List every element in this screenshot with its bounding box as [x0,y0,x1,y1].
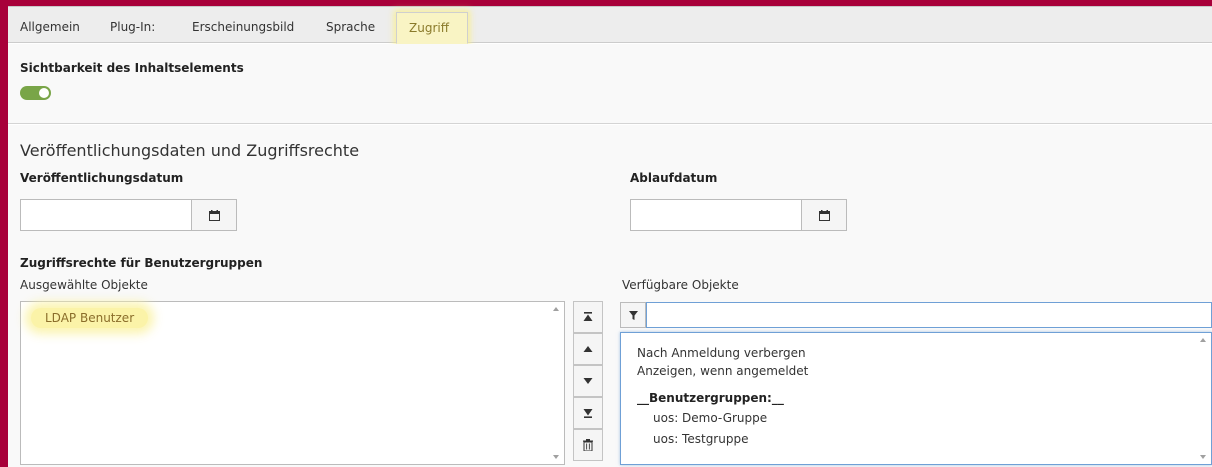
tab-plugin[interactable]: Plug-In: [98,12,167,43]
move-up-button[interactable] [573,333,603,365]
section-title: Veröffentlichungsdaten und Zugriffsrecht… [20,141,360,160]
move-to-top-button[interactable] [573,301,603,333]
visibility-section: Sichtbarkeit des Inhaltselements [8,44,1212,124]
selected-item-ldap-benutzer[interactable]: LDAP Benutzer [31,308,149,328]
delete-icon [583,439,593,451]
move-to-bottom-button[interactable] [573,397,603,429]
start-date-label: Veröffentlichungsdatum [20,171,184,185]
toggle-knob [39,88,49,98]
calendar-icon [818,209,830,221]
publishing-section: Veröffentlichungsdaten und Zugriffsrecht… [8,125,1212,467]
selected-objects-label: Ausgewählte Objekte [20,278,148,292]
tab-bar: Allgemein Plug-In: Erscheinungsbild Spra… [8,7,1212,44]
available-objects-list[interactable]: Nach Anmeldung verbergen Anzeigen, wenn … [620,332,1212,465]
scroll-down-icon[interactable] [553,455,559,459]
calendar-icon [208,209,220,221]
start-date-calendar-button[interactable] [191,199,237,231]
available-objects-label: Verfügbare Objekte [622,278,739,292]
start-date-input[interactable] [20,199,192,231]
filter-row [620,302,1212,328]
selected-list-scrollbar[interactable] [548,302,564,464]
list-item[interactable]: Nach Anmeldung verbergen [637,346,806,360]
selected-objects-list[interactable]: LDAP Benutzer [20,301,565,465]
move-down-button[interactable] [573,365,603,397]
scroll-down-icon[interactable] [1200,455,1206,459]
visibility-toggle[interactable] [20,86,51,100]
filter-input[interactable] [646,302,1212,328]
scroll-up-icon[interactable] [1200,338,1206,342]
access-heading: Zugriffsrechte für Benutzergruppen [20,256,263,270]
list-item[interactable]: Anzeigen, wenn angemeldet [637,364,808,378]
visibility-label: Sichtbarkeit des Inhaltselements [20,61,244,75]
filter-button[interactable] [620,302,646,328]
move-to-bottom-icon [583,409,593,418]
move-to-top-icon [583,312,593,321]
group-header: __Benutzergruppen:__ [637,391,784,405]
list-item[interactable]: uos: Testgruppe [653,432,748,446]
tab-erscheinungsbild[interactable]: Erscheinungsbild [180,12,306,43]
scroll-up-icon[interactable] [553,307,559,311]
tab-allgemein[interactable]: Allgemein [8,12,92,43]
end-date-label: Ablaufdatum [630,171,718,185]
list-item[interactable]: uos: Demo-Gruppe [653,411,767,425]
move-down-icon [583,378,593,384]
move-up-icon [583,346,593,352]
available-list-scrollbar[interactable] [1195,333,1211,464]
filter-icon [628,310,638,320]
form-frame: Allgemein Plug-In: Erscheinungsbild Spra… [8,6,1212,467]
end-date-calendar-button[interactable] [801,199,847,231]
end-date-input[interactable] [630,199,802,231]
remove-button[interactable] [573,429,603,461]
tab-sprache[interactable]: Sprache [314,12,387,43]
tab-zugriff[interactable]: Zugriff [396,12,468,44]
